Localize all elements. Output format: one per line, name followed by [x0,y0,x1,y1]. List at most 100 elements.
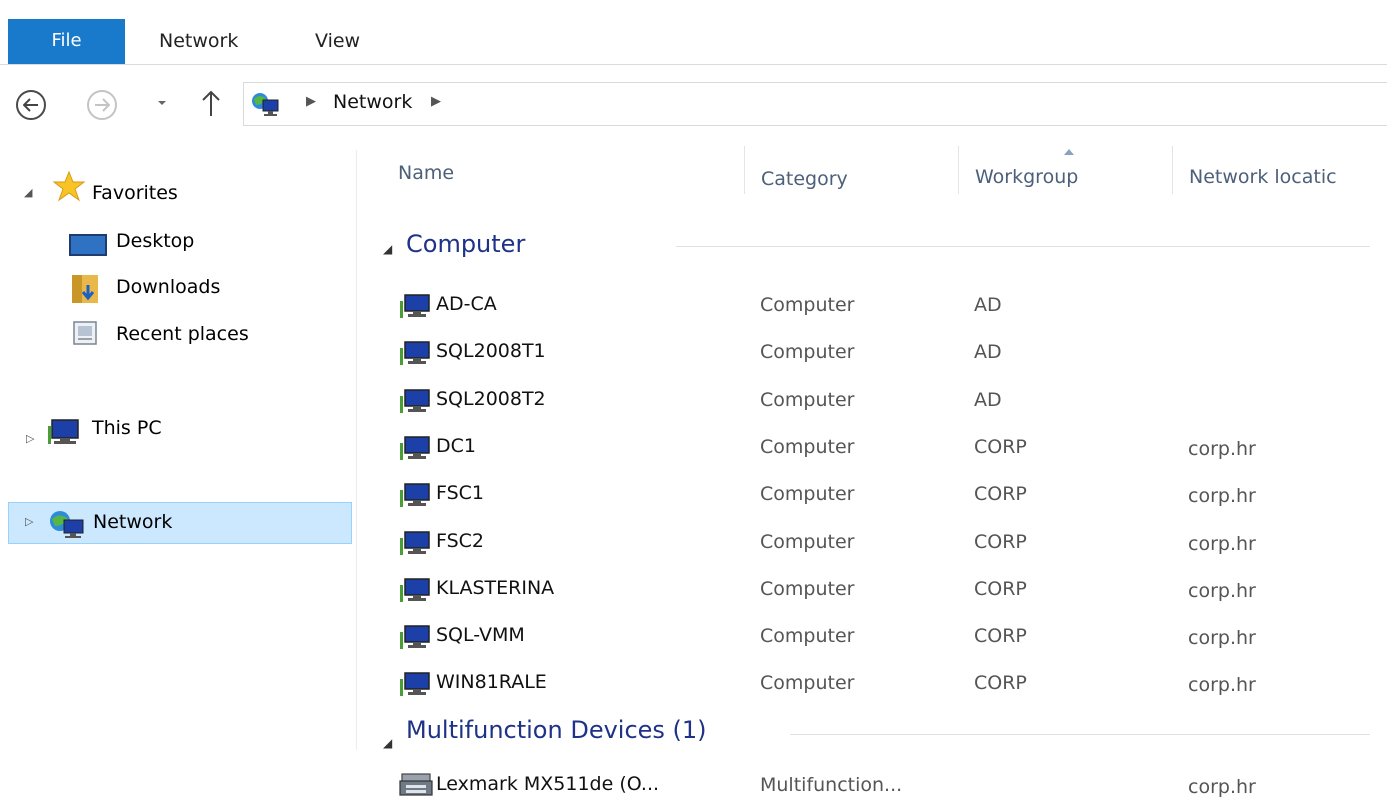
item-name: SQL-VMM [436,624,525,647]
item-network-location: corp.hr [1188,437,1256,460]
address-bar[interactable]: ▶ Network ▶ [243,82,1387,126]
item-network-location: corp.hr [1188,532,1256,555]
item-workgroup: CORP [974,483,1027,506]
list-item[interactable]: FSC1 Computer CORP corp.hr [396,473,1376,517]
item-name: SQL2008T1 [436,340,546,363]
sidebar-item-downloads[interactable]: Downloads [116,268,220,306]
back-button[interactable] [16,90,46,120]
item-network-location: corp.hr [1188,776,1256,798]
computer-icon [400,341,430,366]
breadcrumb-separator[interactable]: ▶ [431,94,441,109]
list-item[interactable]: SQL2008T1 Computer AD [396,331,1376,375]
sidebar-item-network[interactable]: ▷ Network [8,502,352,544]
sidebar-item-this-pc[interactable]: This PC [92,409,162,447]
list-item[interactable]: SQL2008T2 Computer AD [396,379,1376,423]
column-header-workgroup[interactable]: Workgroup [975,166,1078,188]
star-icon [52,170,86,202]
item-category: Computer [760,341,855,364]
item-name: SQL2008T2 [436,387,546,410]
column-header-category[interactable]: Category [761,168,848,190]
computer-icon [400,578,430,602]
computer-icon [400,672,430,697]
group-divider [790,734,1370,735]
item-workgroup: AD [974,294,1002,316]
pane-divider [356,150,357,750]
item-workgroup: CORP [974,530,1027,553]
group-collapse-chevron-icon[interactable]: ◢ [383,736,392,750]
computer-icon [400,294,430,318]
list-item[interactable]: Lexmark MX511de (O... Multifunction... cor… [396,764,1376,808]
item-name: Lexmark MX511de (O... [436,773,660,795]
item-network-location: corp.hr [1188,485,1256,508]
tab-network[interactable]: Network [159,30,238,52]
item-name: WIN81RALE [436,671,547,694]
ribbon: File Network View [0,0,1387,65]
computer-icon [400,388,430,413]
item-category: Computer [760,577,855,600]
tab-view[interactable]: View [315,30,360,52]
downloads-folder-icon [72,275,98,303]
sidebar-item-label: This PC [92,417,162,439]
expanded-chevron-icon[interactable]: ◢ [24,186,32,199]
breadcrumb-network[interactable]: Network [333,91,412,113]
item-category: Computer [760,294,855,316]
column-header-network-location[interactable]: Network locatic [1189,166,1369,188]
computer-icon [400,436,430,460]
printer-icon [399,773,433,796]
forward-arrow-icon [95,98,110,112]
computer-icon [48,419,79,444]
column-divider[interactable] [1172,146,1173,194]
computer-icon [400,530,430,555]
column-divider[interactable] [958,146,959,194]
item-category: Computer [760,483,855,506]
item-category: Multifunction... [760,774,903,796]
sidebar-item-label: Favorites [92,182,178,204]
item-workgroup: CORP [974,435,1027,458]
recent-locations-chevron-icon[interactable] [155,96,169,110]
item-workgroup: CORP [974,672,1027,695]
column-divider[interactable] [744,146,745,194]
item-workgroup: CORP [974,625,1027,648]
forward-button[interactable] [87,90,117,120]
item-name: KLASTERINA [436,576,555,599]
sidebar-item-label: Network [93,511,173,533]
collapsed-chevron-icon[interactable]: ▷ [25,515,33,528]
sidebar-item-favorites[interactable]: Favorites [92,174,178,212]
sidebar-item-label: Recent places [116,323,249,345]
breadcrumb-separator[interactable]: ▶ [306,94,316,109]
sidebar-item-recent-places[interactable]: Recent places [116,315,249,353]
desktop-icon [69,234,107,256]
item-name: FSC2 [436,529,485,552]
file-tab[interactable]: File [8,19,125,65]
list-item[interactable]: DC1 Computer CORP corp.hr [396,426,1376,470]
item-network-location: corp.hr [1188,674,1256,697]
item-name: AD-CA [436,293,497,315]
network-icon [50,511,84,538]
computer-icon [400,625,430,650]
recent-places-icon [73,321,97,345]
item-category: Computer [760,672,855,695]
collapsed-chevron-icon[interactable]: ▷ [26,432,34,445]
item-category: Computer [760,388,855,411]
list-item[interactable]: WIN81RALE Computer CORP corp.hr [396,662,1376,706]
up-arrow-icon[interactable] [199,88,223,120]
item-network-location: corp.hr [1188,579,1256,602]
sort-ascending-icon [1064,149,1074,155]
group-header-multifunction-devices[interactable]: Multifunction Devices (1) [406,716,707,744]
item-category: Computer [760,435,855,458]
list-item[interactable]: KLASTERINA Computer CORP corp.hr [396,568,1376,612]
item-category: Computer [760,530,855,553]
group-collapse-chevron-icon[interactable]: ◢ [383,242,392,256]
column-header-name[interactable]: Name [398,162,454,184]
item-name: FSC1 [436,482,485,505]
item-workgroup: AD [974,341,1002,364]
sidebar-item-desktop[interactable]: Desktop [116,222,194,260]
group-divider [676,246,1370,247]
group-header-computer[interactable]: Computer [406,230,525,258]
list-item[interactable]: SQL-VMM Computer CORP corp.hr [396,615,1376,659]
back-arrow-icon [23,98,38,112]
sidebar-item-label: Downloads [116,276,221,298]
list-item[interactable]: FSC2 Computer CORP corp.hr [396,521,1376,565]
list-item[interactable]: AD-CA Computer AD [396,284,1376,328]
sidebar-item-label: Desktop [116,230,195,252]
